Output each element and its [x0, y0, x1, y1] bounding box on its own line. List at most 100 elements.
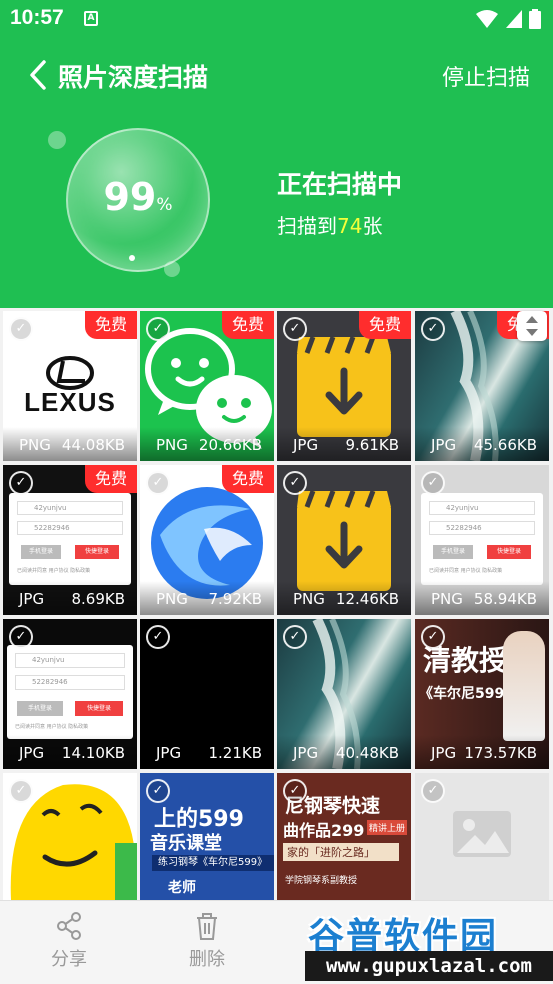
login-user-field: 42yunjvu	[429, 501, 535, 515]
select-checkbox[interactable]: ✓	[421, 471, 445, 495]
free-badge: 免费	[222, 465, 274, 493]
photo-type: JPG	[19, 590, 45, 608]
photo-type: PNG	[156, 590, 188, 608]
login-phone-button: 手机登录	[21, 545, 61, 559]
photo-item[interactable]: 42yunjvu 52282946 手机登录 快捷登录 已阅读并同意 用户协议 …	[415, 465, 549, 615]
photo-size: 44.08KB	[61, 436, 125, 454]
photo-meta: PNG 7.92KB	[140, 581, 274, 615]
fast-note-text: 学院钢琴系副教授	[285, 876, 358, 886]
wifi-icon	[476, 10, 498, 28]
watermark-url: www.gupuxlazal.com	[305, 951, 553, 981]
site-watermark: 谷普软件园 www.gupuxlazal.com	[305, 905, 553, 984]
signal-icon	[506, 10, 522, 28]
photo-meta: JPG 45.66KB	[415, 427, 549, 461]
photo-type: JPG	[19, 744, 45, 762]
photo-size: 14.10KB	[61, 744, 125, 762]
stop-scan-button[interactable]: 停止扫描	[442, 60, 530, 92]
photo-item[interactable]: ✓ PNG 12.46KB	[277, 465, 411, 615]
login-pass-field: 52282946	[15, 675, 125, 690]
select-checkbox[interactable]: ✓	[283, 625, 307, 649]
photo-item[interactable]: 42yunjvu 52282946 手机登录 快捷登录 已阅读并同意 用户协议 …	[3, 619, 137, 769]
free-badge: 免费	[85, 465, 137, 493]
select-checkbox[interactable]: ✓	[283, 317, 307, 341]
select-checkbox[interactable]: ✓	[9, 471, 33, 495]
scan-status-title: 正在扫描中	[277, 170, 403, 199]
photo-type: JPG	[293, 436, 319, 454]
photo-size: 20.66KB	[198, 436, 262, 454]
teacher-photo	[503, 631, 545, 741]
progress-bubble: 99%	[40, 123, 240, 283]
music-sub-text: 音乐课堂	[150, 833, 222, 854]
share-icon	[57, 912, 81, 940]
select-checkbox[interactable]: ✓	[9, 779, 33, 803]
photo-meta: PNG 12.46KB	[277, 581, 411, 615]
select-checkbox[interactable]: ✓	[146, 317, 170, 341]
login-form-thumb: 42yunjvu 52282946 手机登录 快捷登录 已阅读并同意 用户协议 …	[7, 645, 133, 739]
photo-item[interactable]: 尼钢琴快速 曲作品299 精讲上册 家的「进阶之路」 学院钢琴系副教授 ✓	[277, 773, 411, 900]
back-arrow-icon[interactable]	[26, 60, 52, 90]
photo-item[interactable]: ✓ 免费 PNG 20.66KB	[140, 311, 274, 461]
photo-size: 9.61KB	[345, 436, 399, 454]
bubble-decoration	[129, 255, 135, 261]
login-form-thumb: 42yunjvu 52282946 手机登录 快捷登录 已阅读并同意 用户协议 …	[9, 493, 131, 585]
photo-item[interactable]: LEXUS ✓ 免费 PNG 44.08KB	[3, 311, 137, 461]
free-badge: 免费	[359, 311, 411, 339]
photo-type: JPG	[156, 744, 182, 762]
select-checkbox[interactable]: ✓	[9, 625, 33, 649]
photo-type: PNG	[19, 436, 51, 454]
fast-tag: 精讲上册	[367, 820, 408, 835]
login-quick-button: 快捷登录	[75, 545, 119, 559]
select-checkbox[interactable]: ✓	[146, 625, 170, 649]
select-checkbox[interactable]: ✓	[421, 779, 445, 803]
scan-count-suffix: 张	[362, 214, 383, 238]
photo-meta: JPG 14.10KB	[3, 735, 137, 769]
photo-size: 58.94KB	[473, 590, 537, 608]
login-phone-button: 手机登录	[17, 701, 63, 716]
select-checkbox[interactable]: ✓	[9, 317, 33, 341]
login-quick-button: 快捷登录	[75, 701, 123, 716]
login-agree-text: 已阅读并同意 用户协议 隐私政策	[15, 724, 89, 730]
photo-size: 7.92KB	[208, 590, 262, 608]
delete-button[interactable]: 删除	[167, 911, 247, 971]
login-pass-field: 52282946	[17, 521, 123, 535]
photo-size: 12.46KB	[335, 590, 399, 608]
battery-icon	[529, 9, 541, 29]
photo-item[interactable]: ✓ JPG 40.48KB	[277, 619, 411, 769]
select-checkbox[interactable]: ✓	[146, 471, 170, 495]
photo-item[interactable]: 上的599 音乐课堂 练习钢琴《车尔尼599》 老师 ✓	[140, 773, 274, 900]
progress-value: 99	[103, 175, 157, 219]
status-bar: 10:57 A	[0, 0, 553, 38]
photo-item[interactable]: 42yunjvu 52282946 手机登录 快捷登录 已阅读并同意 用户协议 …	[3, 465, 137, 615]
photo-type: JPG	[293, 744, 319, 762]
login-agree-text: 已阅读并同意 用户协议 隐私政策	[429, 568, 503, 574]
photo-item[interactable]: ✓ 免费 PNG 7.92KB	[140, 465, 274, 615]
trash-icon	[197, 913, 217, 940]
photo-meta: PNG 20.66KB	[140, 427, 274, 461]
select-checkbox[interactable]: ✓	[421, 625, 445, 649]
select-checkbox[interactable]: ✓	[283, 779, 307, 803]
scan-header: 照片深度扫描 停止扫描 99% 正在扫描中 扫描到74张	[0, 38, 553, 308]
photo-size: 1.21KB	[208, 744, 262, 762]
photo-item[interactable]: ✓	[415, 773, 549, 900]
photo-item[interactable]: 清教授 《车尔尼599》 ✓ JPG 173.57KB	[415, 619, 549, 769]
photo-item[interactable]: ✓ 免费 JPG 9.61KB	[277, 311, 411, 461]
photo-item[interactable]: ✓	[3, 773, 137, 900]
photo-size: 173.57KB	[464, 744, 537, 762]
login-pass-field: 52282946	[429, 521, 535, 535]
share-label: 分享	[51, 949, 87, 970]
bubble-decoration	[164, 261, 180, 277]
lexus-wordmark: LEXUS	[24, 387, 116, 417]
status-icons	[475, 9, 541, 29]
share-button[interactable]: 分享	[29, 911, 109, 971]
photo-meta: JPG 40.48KB	[277, 735, 411, 769]
select-checkbox[interactable]: ✓	[146, 779, 170, 803]
select-checkbox[interactable]: ✓	[283, 471, 307, 495]
progress-unit: %	[156, 195, 173, 215]
page-title: 照片深度扫描	[58, 63, 209, 92]
status-time: 10:57	[10, 6, 64, 29]
select-checkbox[interactable]: ✓	[421, 317, 445, 341]
sort-toggle[interactable]	[517, 311, 547, 341]
photo-item[interactable]: ✓ JPG 1.21KB	[140, 619, 274, 769]
photo-meta: JPG 8.69KB	[3, 581, 137, 615]
fast-path-text: 家的「进阶之路」	[283, 843, 399, 861]
